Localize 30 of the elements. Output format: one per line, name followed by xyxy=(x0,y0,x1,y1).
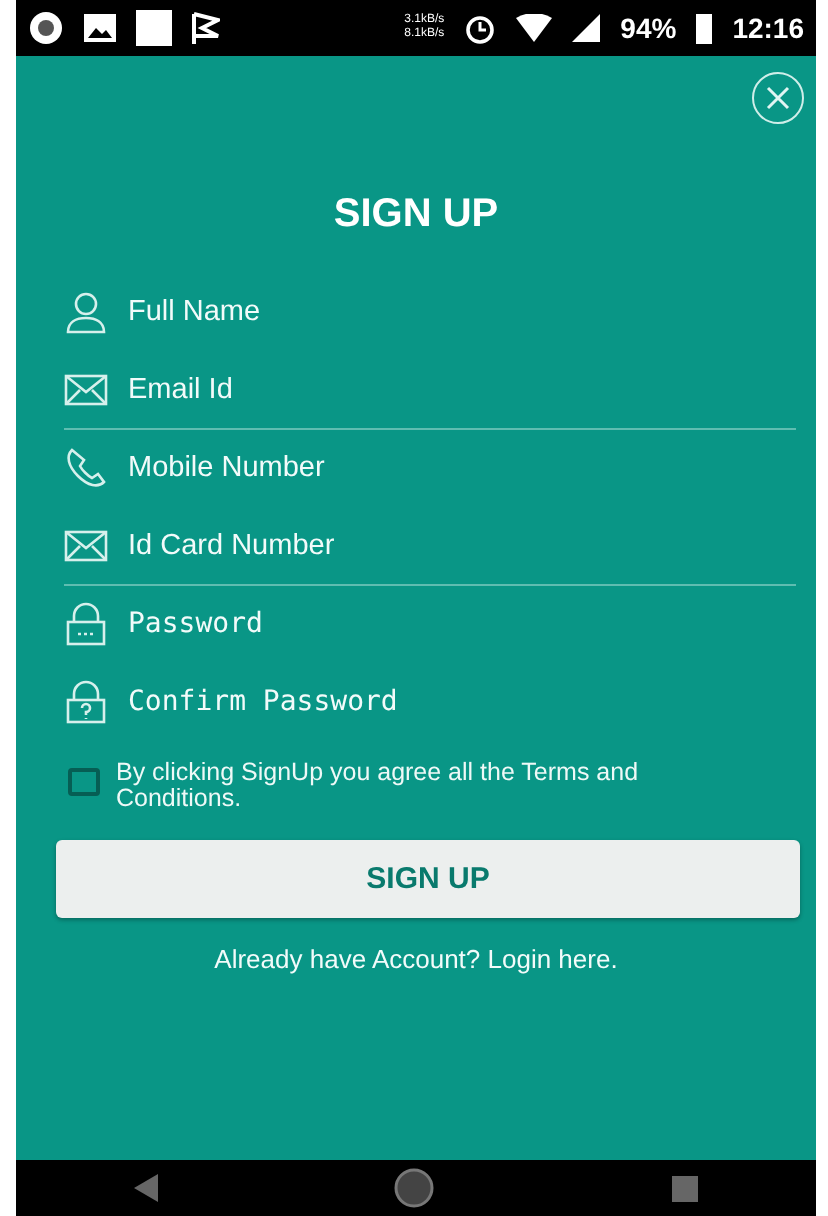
home-icon[interactable] xyxy=(394,1168,435,1208)
clock-time: 12:16 xyxy=(732,12,804,44)
password-field[interactable]: Password xyxy=(128,600,796,649)
battery-icon xyxy=(696,13,713,43)
battery-percent: 94% xyxy=(620,12,677,44)
recents-icon[interactable] xyxy=(671,1175,698,1201)
input-field[interactable]: Id Card Number xyxy=(128,521,796,570)
notification-icon xyxy=(28,10,64,46)
terms-checkbox[interactable] xyxy=(68,768,100,796)
page-title: SIGN UP xyxy=(331,192,501,238)
login-link[interactable]: Already have Account? Login here. xyxy=(214,944,618,974)
alarm-icon xyxy=(464,12,497,44)
close-button[interactable] xyxy=(752,72,804,124)
input-field[interactable]: Mobile Number xyxy=(128,444,796,493)
terms-text: By clicking SignUp you agree all the Terms and Conditions. xyxy=(116,760,641,812)
lock-question-icon xyxy=(64,679,108,724)
input-field[interactable]: Full Name xyxy=(128,288,796,337)
blank-notification-icon xyxy=(136,10,172,46)
sign-up-button[interactable]: SIGN UP xyxy=(56,840,800,918)
phone-icon xyxy=(64,446,108,491)
flag-icon xyxy=(192,12,220,44)
input-field[interactable]: Email Id xyxy=(128,365,796,414)
password-field[interactable]: Confirm Password xyxy=(128,677,796,726)
person-icon xyxy=(64,290,108,335)
close-icon xyxy=(766,86,790,110)
image-icon xyxy=(84,14,116,42)
signal-icon xyxy=(572,14,601,42)
wifi-icon xyxy=(516,14,553,42)
lock-icon xyxy=(64,602,108,647)
back-icon[interactable] xyxy=(134,1174,159,1202)
